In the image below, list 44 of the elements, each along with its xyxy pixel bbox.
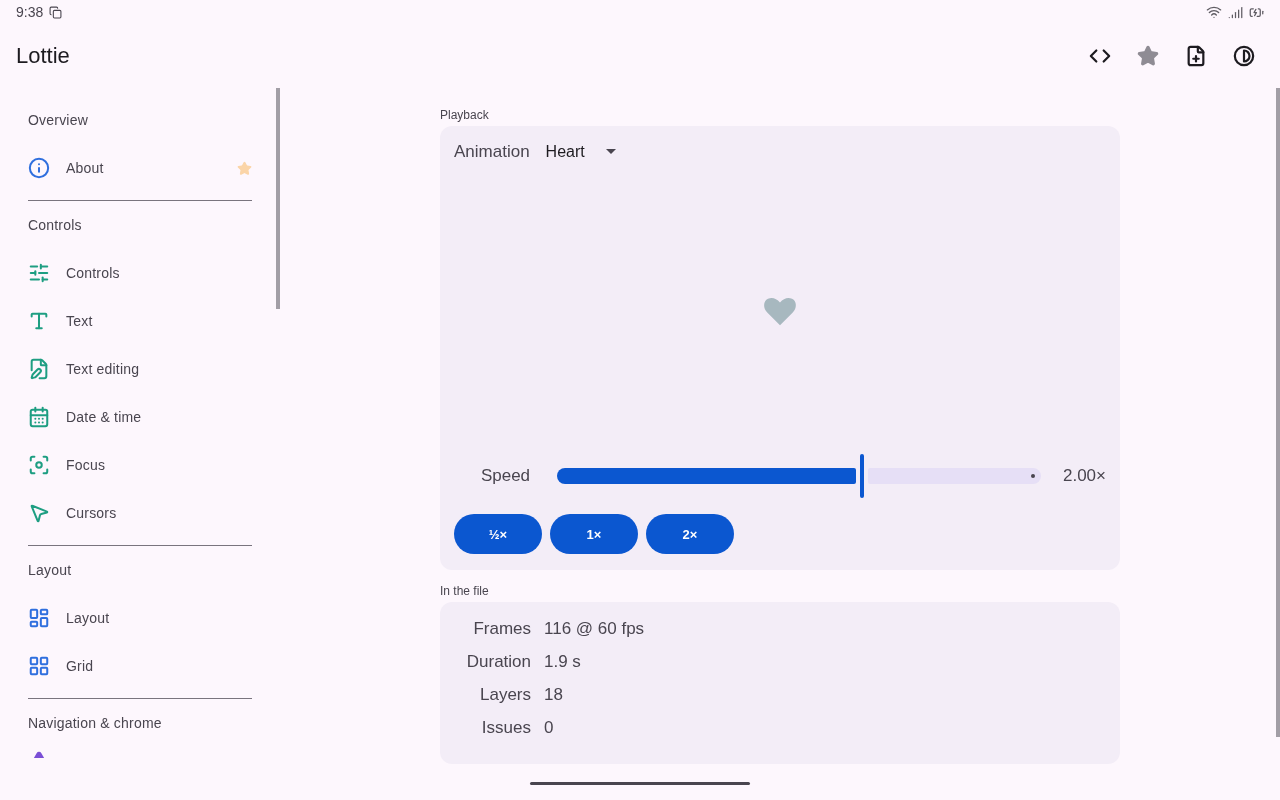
app-title: Lottie [16, 43, 71, 69]
nav-item[interactable]: About [0, 144, 276, 192]
gesture-handle[interactable] [530, 782, 750, 785]
field-label: Animation [454, 142, 530, 162]
info-label: Frames [472, 618, 531, 639]
scrollbar[interactable] [1276, 88, 1280, 737]
nav-item[interactable]: Cursors [0, 489, 276, 537]
info-label: Duration [465, 651, 531, 672]
info-value: 0 [544, 717, 554, 738]
speed-preset-button[interactable]: ½× [454, 514, 542, 554]
section-heading: In the file [440, 584, 490, 598]
speed-slider[interactable] [557, 456, 1041, 496]
speed-preset-button[interactable]: 1× [550, 514, 638, 554]
animation-dropdown[interactable]: Heart [545, 138, 625, 166]
section-heading: Navigation & chrome [27, 714, 163, 733]
section-heading: Playback [440, 108, 490, 122]
speed-preset-button[interactable]: 2× [646, 514, 734, 554]
slider-thumb[interactable] [859, 454, 864, 498]
caret-icon [604, 148, 617, 156]
nav-item[interactable]: Grid [0, 642, 276, 690]
nav-item[interactable]: Text editing [0, 345, 276, 393]
section-heading: Overview [27, 111, 89, 130]
section-heading: Layout [27, 561, 73, 580]
nav-item[interactable]: Text [0, 297, 276, 345]
info-label: Layers [478, 684, 531, 705]
info-value: 116 @ 60 fps [544, 618, 645, 639]
wifi-icon [1206, 4, 1222, 20]
nav-item[interactable]: Focus [0, 441, 276, 489]
info-value: 1.9 s [544, 651, 581, 672]
star-icon [1137, 45, 1159, 67]
heart-icon [763, 295, 797, 327]
nav-item[interactable]: Controls [0, 249, 276, 297]
status-time: 9:38 [16, 4, 44, 20]
contrast-icon [1233, 45, 1255, 67]
nav-item[interactable]: Date & time [0, 393, 276, 441]
scrollbar[interactable] [276, 88, 280, 309]
signal-icon [1228, 4, 1243, 20]
info-value: 18 [544, 684, 563, 705]
field-label: Speed [479, 466, 532, 486]
nav-item[interactable]: Layout [0, 594, 276, 642]
add-file-icon [1185, 45, 1207, 67]
info-label: Issues [480, 717, 531, 738]
speed-reading: 2.00× [1062, 466, 1106, 486]
section-heading: Controls [27, 216, 83, 235]
